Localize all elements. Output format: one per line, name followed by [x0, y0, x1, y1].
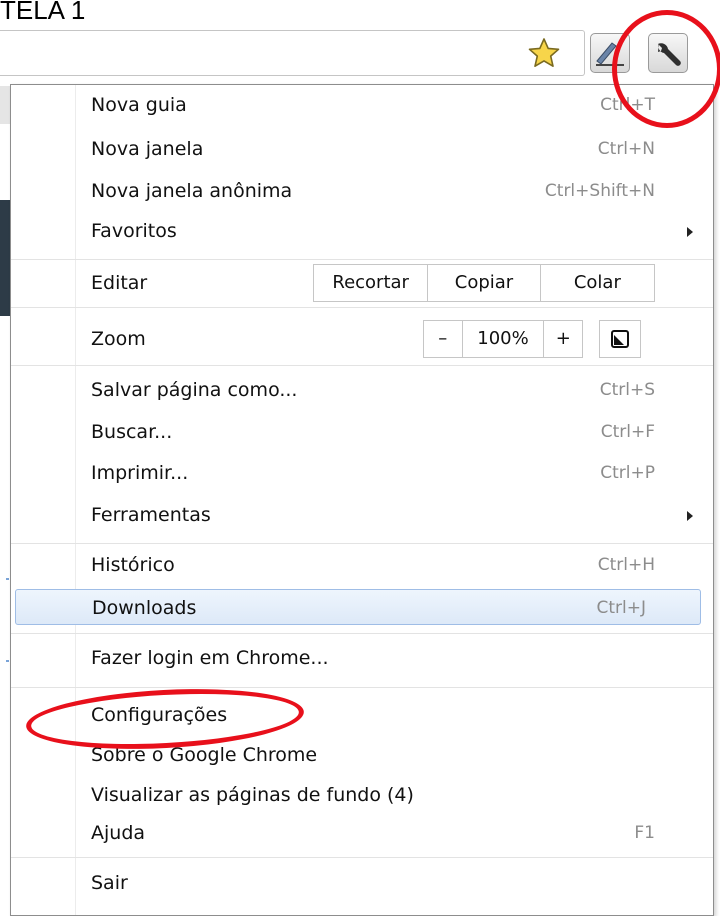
- menu-item-downloads[interactable]: Downloads Ctrl+J: [15, 589, 701, 625]
- menu-item-bookmarks[interactable]: Favoritos: [11, 213, 713, 249]
- paste-button[interactable]: Colar: [541, 265, 654, 301]
- menu-item-history[interactable]: Histórico Ctrl+H: [11, 547, 713, 583]
- menu-separator: [11, 633, 713, 634]
- address-bar[interactable]: [0, 30, 585, 76]
- menu-separator: [11, 857, 713, 858]
- menu-separator: [11, 687, 713, 688]
- fullscreen-button[interactable]: [599, 320, 641, 358]
- menu-item-tools[interactable]: Ferramentas: [11, 497, 713, 533]
- highlight-circle-wrench: [612, 10, 720, 128]
- zoom-level: 100%: [463, 321, 545, 357]
- copy-button[interactable]: Copiar: [428, 265, 541, 301]
- menu-separator: [11, 307, 713, 308]
- menu-item-new-window[interactable]: Nova janela Ctrl+N: [11, 131, 713, 167]
- fullscreen-icon: [611, 330, 629, 348]
- menu-item-help[interactable]: Ajuda F1: [11, 815, 713, 851]
- zoom-in-button[interactable]: +: [544, 321, 582, 357]
- screen-caption: TELA 1: [0, 0, 86, 25]
- edit-button-group: Recortar Copiar Colar: [313, 264, 655, 302]
- menu-separator: [11, 365, 713, 366]
- menu-item-incognito[interactable]: Nova janela anônima Ctrl+Shift+N: [11, 173, 713, 209]
- menu-item-find[interactable]: Buscar... Ctrl+F: [11, 414, 713, 450]
- zoom-controls: – 100% +: [423, 320, 583, 358]
- menu-item-exit[interactable]: Sair: [11, 865, 713, 901]
- submenu-arrow-icon: [687, 227, 693, 237]
- page-edge-mark: [6, 660, 9, 662]
- page-edge: [0, 86, 10, 911]
- menu-item-new-tab[interactable]: Nova guia Ctrl+T: [11, 87, 713, 123]
- menu-separator: [11, 259, 713, 260]
- menu-item-save-page[interactable]: Salvar página como... Ctrl+S: [11, 372, 713, 408]
- page-edge-mark: [6, 578, 9, 580]
- zoom-out-button[interactable]: –: [424, 321, 463, 357]
- cut-button[interactable]: Recortar: [314, 265, 429, 301]
- menu-separator: [11, 543, 713, 544]
- star-icon[interactable]: [528, 37, 560, 69]
- submenu-arrow-icon: [687, 511, 693, 521]
- menu-item-print[interactable]: Imprimir... Ctrl+P: [11, 455, 713, 491]
- menu-item-background-pages[interactable]: Visualizar as páginas de fundo (4): [11, 777, 713, 813]
- menu-item-sign-in[interactable]: Fazer login em Chrome...: [11, 640, 713, 676]
- chrome-wrench-menu: Nova guia Ctrl+T Nova janela Ctrl+N Nova…: [10, 84, 714, 916]
